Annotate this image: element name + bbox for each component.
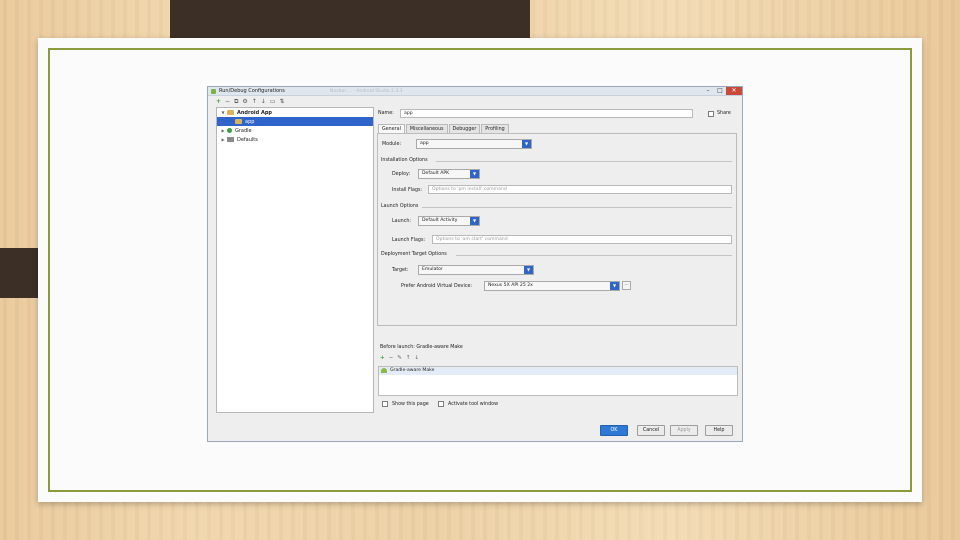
gradle-icon [227, 128, 232, 133]
share-checkbox[interactable] [708, 111, 714, 117]
chevron-down-icon: ▼ [522, 140, 531, 148]
chevron-down-icon: ▼ [610, 282, 619, 290]
android-icon [381, 368, 387, 373]
show-page-label: Show this page [392, 402, 429, 407]
tree-item-android-app[interactable]: ▼ Android App [217, 108, 373, 117]
before-launch-header[interactable]: Before launch: Gradle-aware Make [380, 345, 463, 350]
remove-task-icon[interactable]: − [389, 355, 394, 361]
tab-strip: General Miscellaneous Debugger Profiling [378, 124, 510, 133]
tab-general[interactable]: General [378, 124, 405, 133]
show-page-checkbox[interactable] [382, 401, 388, 407]
divider [456, 255, 732, 256]
install-flags-label: Install Flags: [392, 188, 423, 193]
edit-defaults-icon[interactable]: ⚙ [242, 98, 247, 106]
launch-select[interactable]: Default Activity ▼ [418, 216, 480, 226]
deploy-select[interactable]: Default APK ▼ [418, 169, 480, 179]
activate-tool-window-checkbox[interactable] [438, 401, 444, 407]
deployment-target-section-title: Deployment Target Options [381, 252, 447, 257]
run-debug-configurations-dialog: Run/Debug Configurations Navbar ... - An… [207, 86, 743, 442]
launch-flags-input[interactable]: Options to 'am start' command [432, 235, 732, 244]
defaults-icon [227, 137, 234, 142]
before-launch-list: Gradle-aware Make [378, 366, 738, 396]
config-editor: Name: app Share General Miscellaneous De… [377, 87, 738, 436]
cancel-button[interactable]: Cancel [637, 425, 665, 436]
browse-avd-button[interactable]: ... [622, 281, 631, 290]
move-up-icon[interactable]: ↑ [252, 98, 257, 106]
apply-button[interactable]: Apply [670, 425, 698, 436]
target-select[interactable]: Emulator ▼ [418, 265, 534, 275]
config-tree: ▼ Android App app ▶ Gradle ▶ Defaults [216, 107, 374, 413]
expand-caret-icon[interactable]: ▼ [219, 110, 227, 115]
launch-flags-label: Launch Flags: [392, 238, 426, 243]
launch-label: Launch: [392, 219, 411, 224]
tab-debugger[interactable]: Debugger [448, 124, 481, 133]
android-studio-icon [211, 88, 216, 94]
tree-item-defaults[interactable]: ▶ Defaults [217, 135, 373, 144]
config-toolbar: + − ⧉ ⚙ ↑ ↓ ▭ ⇅ [216, 98, 285, 106]
help-button[interactable]: Help [705, 425, 733, 436]
sort-icon[interactable]: ⇅ [279, 98, 284, 106]
prefer-avd-select[interactable]: Nexus 5X API 25 2x ▼ [484, 281, 620, 291]
name-label: Name: [378, 111, 394, 116]
module-select[interactable]: app ▼ [416, 139, 532, 149]
install-flags-input[interactable]: Options to 'pm install' command [428, 185, 732, 194]
move-down-icon[interactable]: ↓ [261, 98, 266, 106]
collapse-caret-icon[interactable]: ▶ [219, 128, 227, 133]
remove-config-icon[interactable]: − [225, 98, 230, 106]
divider [422, 207, 732, 208]
app-module-icon [235, 119, 242, 124]
name-input[interactable]: app [400, 109, 693, 118]
launch-section-title: Launch Options [381, 204, 419, 209]
chevron-down-icon: ▼ [470, 170, 479, 178]
collapse-caret-icon[interactable]: ▶ [219, 137, 227, 142]
target-label: Target: [392, 268, 409, 273]
list-item[interactable]: Gradle-aware Make [379, 367, 737, 375]
deploy-label: Deploy: [392, 172, 411, 177]
tree-item-app[interactable]: app [217, 117, 373, 126]
tab-miscellaneous[interactable]: Miscellaneous [405, 124, 448, 133]
module-label: Module: [382, 142, 402, 147]
tab-profiling[interactable]: Profiling [481, 124, 509, 133]
divider [436, 161, 732, 162]
add-task-icon[interactable]: + [380, 355, 385, 361]
edit-task-icon[interactable]: ✎ [397, 355, 402, 361]
share-label: Share [717, 111, 731, 116]
move-task-down-icon[interactable]: ↓ [414, 355, 419, 361]
ok-button[interactable]: OK [600, 425, 628, 436]
add-config-icon[interactable]: + [216, 98, 221, 106]
chevron-down-icon: ▼ [470, 217, 479, 225]
folder-icon[interactable]: ▭ [270, 98, 276, 106]
android-app-icon [227, 110, 234, 115]
prefer-avd-label: Prefer Android Virtual Device: [401, 284, 473, 289]
tree-item-gradle[interactable]: ▶ Gradle [217, 126, 373, 135]
before-launch-toolbar: + − ✎ ↑ ↓ [380, 355, 419, 361]
general-panel: Module: app ▼ Installation Options Deplo… [377, 133, 737, 326]
copy-config-icon[interactable]: ⧉ [234, 98, 238, 106]
installation-section-title: Installation Options [381, 158, 428, 163]
move-task-up-icon[interactable]: ↑ [406, 355, 411, 361]
activate-tool-window-label: Activate tool window [448, 402, 498, 407]
chevron-down-icon: ▼ [524, 266, 533, 274]
